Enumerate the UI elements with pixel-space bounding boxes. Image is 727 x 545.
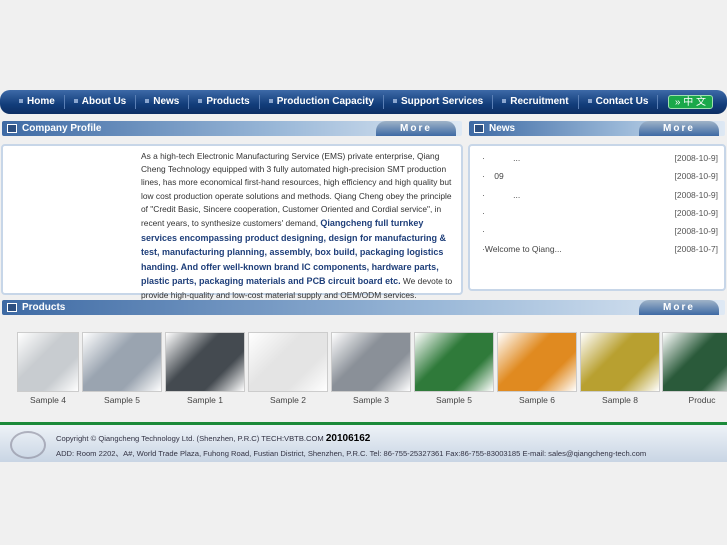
news-item[interactable]: · ... [2008-10-9] — [470, 149, 724, 167]
nav-item-news[interactable]: News — [136, 95, 190, 109]
main-nav: Home About Us News Products Production Capac… — [0, 90, 727, 114]
section-title: News — [489, 123, 516, 134]
news-title[interactable]: · ... — [482, 186, 520, 204]
product-image[interactable] — [248, 332, 328, 392]
product-label: Sample 1 — [187, 395, 223, 405]
product-item[interactable]: Sample 4 — [17, 332, 79, 405]
bullet-icon — [502, 99, 507, 104]
nav-label: About Us — [81, 96, 127, 107]
nav-item-about-us[interactable]: About Us — [65, 95, 137, 109]
section-title: Products — [22, 302, 66, 313]
bullet-icon — [268, 99, 273, 104]
nav-label: Products — [206, 96, 250, 107]
news-item[interactable]: · 09 [2008-10-9] — [470, 167, 724, 185]
products-strip: Sample 4 Sample 5 Sample 1 Sample 2 Sample 3… — [0, 320, 727, 415]
product-item[interactable]: Produc — [662, 332, 727, 405]
product-image[interactable] — [662, 332, 727, 392]
product-image[interactable] — [414, 332, 494, 392]
product-item[interactable]: Sample 2 — [248, 332, 328, 405]
news-title[interactable]: · — [482, 204, 485, 222]
nav-item-contact-us[interactable]: Contact Us — [579, 95, 659, 109]
product-item[interactable]: Sample 5 — [414, 332, 494, 405]
footer: Copyright © Qiangcheng Technology Ltd. (… — [0, 422, 727, 462]
nav-item-recruitment[interactable]: Recruitment — [493, 95, 579, 109]
products-header: Products More — [2, 300, 725, 315]
nav-item-home[interactable]: Home — [10, 95, 65, 109]
nav-item-products[interactable]: Products — [189, 95, 260, 109]
product-image[interactable] — [580, 332, 660, 392]
product-item[interactable]: Sample 3 — [331, 332, 411, 405]
news-date: [2008-10-9] — [674, 153, 718, 163]
nav-label: Home — [27, 96, 55, 107]
bullet-icon — [198, 99, 203, 104]
news-header: News More — [469, 121, 725, 136]
bullet-icon — [19, 99, 23, 104]
profile-more-button[interactable]: More — [376, 121, 456, 136]
company-profile-header: Company Profile More — [2, 121, 462, 136]
news-title[interactable]: ·Welcome to Qiang... — [482, 240, 562, 258]
company-logo-icon — [10, 431, 46, 459]
product-label: Sample 4 — [30, 395, 66, 405]
section-icon — [474, 124, 484, 133]
nav-item-production-capacity[interactable]: Production Capacity — [260, 95, 384, 109]
nav-label: Support Services — [400, 96, 484, 107]
news-date: [2008-10-9] — [674, 207, 718, 218]
products-more-button[interactable]: More — [639, 300, 719, 315]
product-label: Sample 5 — [104, 395, 140, 405]
copyright-text: Copyright © Qiangcheng Technology Ltd. (… — [56, 434, 324, 443]
nav-label: Production Capacity — [276, 96, 374, 107]
nav-label: Recruitment — [510, 96, 569, 107]
news-title[interactable]: · — [482, 222, 485, 240]
news-date: [2008-10-9] — [674, 189, 718, 200]
news-more-button[interactable]: More — [639, 121, 719, 136]
visit-counter: 20106162 — [325, 433, 371, 444]
bullet-icon — [587, 99, 592, 104]
news-date: [2008-10-9] — [674, 226, 718, 237]
bullet-icon — [73, 99, 78, 104]
product-image[interactable] — [82, 332, 162, 392]
product-image[interactable] — [17, 332, 79, 392]
product-label: Produc — [688, 395, 716, 405]
bullet-icon — [392, 99, 397, 104]
profile-text: As a high-tech Electronic Manufacturing … — [141, 150, 459, 302]
product-label: Sample 8 — [602, 395, 638, 405]
product-label: Sample 5 — [436, 395, 472, 405]
news-item[interactable]: · [2008-10-9] — [470, 222, 724, 240]
product-item[interactable]: Sample 5 — [82, 332, 162, 405]
news-item[interactable]: · [2008-10-9] — [470, 204, 724, 222]
address: ADD: Room 2202、A#, World Trade Plaza, Fu… — [56, 449, 647, 458]
product-label: Sample 2 — [270, 395, 306, 405]
nav-label: Contact Us — [595, 96, 649, 107]
chinese-language-button[interactable]: » 中 文 — [667, 95, 713, 109]
nav-item-support-services[interactable]: Support Services — [384, 95, 494, 109]
product-item[interactable]: Sample 6 — [497, 332, 577, 405]
profile-text-intro: As a high-tech Electronic Manufacturing … — [141, 151, 452, 229]
product-image[interactable] — [165, 332, 245, 392]
product-label: Sample 6 — [519, 395, 555, 405]
section-icon — [7, 303, 17, 312]
product-image[interactable] — [331, 332, 411, 392]
section-icon — [7, 124, 17, 133]
product-item[interactable]: Sample 8 — [580, 332, 660, 405]
company-profile-panel: As a high-tech Electronic Manufacturing … — [1, 144, 463, 300]
news-title[interactable]: · 09 — [482, 167, 504, 185]
product-item[interactable]: Sample 1 — [165, 332, 245, 405]
news-panel: · ... [2008-10-9] · 09 [2008-10-9] · ... [200… — [468, 144, 726, 291]
news-item[interactable]: ·Welcome to Qiang... [2008-10-7] — [470, 240, 724, 258]
bullet-icon — [145, 99, 150, 104]
product-label: Sample 3 — [353, 395, 389, 405]
product-image[interactable] — [497, 332, 577, 392]
section-title: Company Profile — [22, 123, 102, 134]
news-title[interactable]: · ... — [482, 149, 520, 167]
news-item[interactable]: · ... [2008-10-9] — [470, 186, 724, 204]
news-date: [2008-10-7] — [674, 244, 718, 255]
copyright: Copyright © Qiangcheng Technology Ltd. (… — [56, 433, 370, 444]
nav-label: News — [153, 96, 180, 107]
news-date: [2008-10-9] — [674, 171, 718, 182]
